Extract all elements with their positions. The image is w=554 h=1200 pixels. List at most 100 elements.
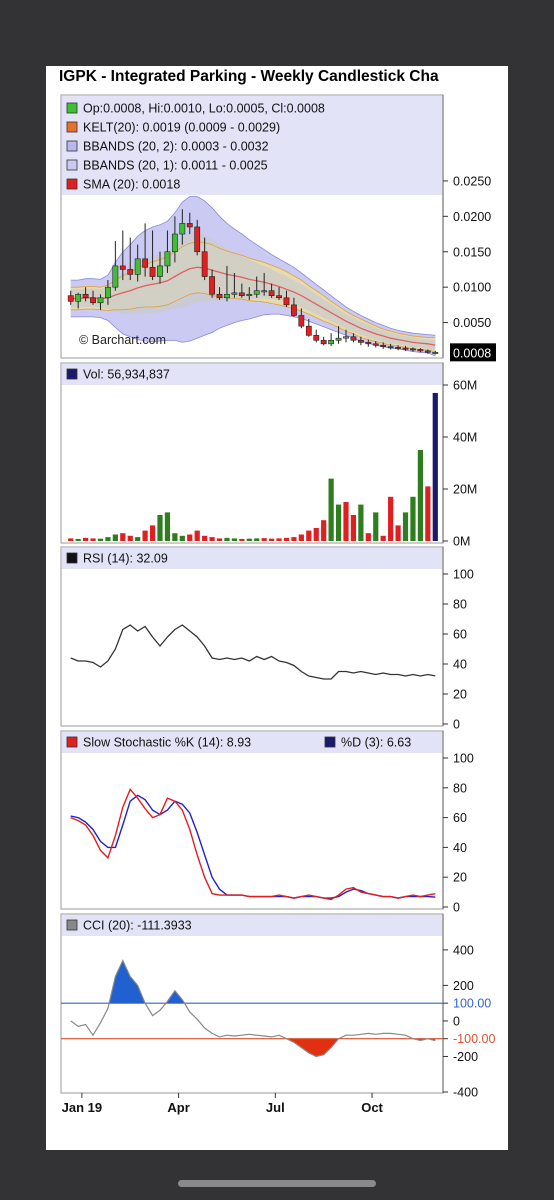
candle-down <box>291 304 297 316</box>
x-tick-label: Apr <box>167 1100 189 1115</box>
price-y-tick-label: 0.0250 <box>453 174 491 188</box>
candle-up <box>231 292 238 295</box>
volume-bar <box>127 535 133 541</box>
volume-bar <box>82 537 89 541</box>
volume-bar <box>268 538 275 541</box>
price-legend-swatch <box>66 178 78 190</box>
stoch-y-tick-label: 100 <box>453 752 474 766</box>
stoch-y-tick-label: 60 <box>453 811 467 825</box>
volume-bar <box>343 502 349 541</box>
candle-down <box>209 276 215 295</box>
candle-up <box>134 258 141 275</box>
volume-bar <box>313 528 319 541</box>
candle-down <box>357 339 364 343</box>
volume-bar <box>246 538 252 541</box>
volume-bar <box>194 530 200 541</box>
rsi-pane <box>60 546 444 727</box>
price-legend-text: BBANDS (20, 1): 0.0011 - 0.0025 <box>83 159 268 173</box>
candle-up <box>432 352 439 354</box>
volume-bar <box>350 515 357 541</box>
candle-down <box>127 269 134 275</box>
volume-bar <box>112 534 118 541</box>
cci-legend-text: CCI (20): -111.3933 <box>83 919 192 933</box>
candle-down <box>238 292 245 296</box>
price-legend-text: KELT(20): 0.0019 (0.0009 - 0.0029) <box>83 121 280 135</box>
volume-bar <box>75 538 81 541</box>
volume-bar <box>149 525 156 541</box>
volume-bar <box>410 496 416 541</box>
candle-down <box>380 344 387 347</box>
candle-up <box>328 339 335 345</box>
volume-bar <box>172 533 178 541</box>
volume-pane <box>60 362 444 544</box>
rsi-legend-swatch <box>66 552 78 564</box>
cci-legend-swatch <box>66 919 78 931</box>
candle-down <box>350 336 357 341</box>
rsi-y-tick-label: 20 <box>453 688 467 702</box>
candle-down <box>119 265 126 270</box>
cci-y-tick-label: -200 <box>453 1050 478 1064</box>
volume-y-tick-label: 0M <box>453 535 470 549</box>
price-y-tick-label: 0.0100 <box>453 281 491 295</box>
last-value-label: 0.0008 <box>453 346 491 360</box>
price-legend-text: Op:0.0008, Hi:0.0010, Lo:0.0005, Cl:0.00… <box>83 102 325 116</box>
stoch-legend-swatch <box>324 736 336 748</box>
volume-legend-text: Vol: 56,934,837 <box>83 368 170 382</box>
candle-down <box>82 293 89 299</box>
volume-bar <box>209 537 215 541</box>
x-tick-label: Jul <box>266 1100 285 1115</box>
candle-down <box>298 315 305 327</box>
volume-bar <box>417 450 424 541</box>
candle-down <box>67 295 74 302</box>
volume-bar <box>283 537 290 541</box>
candle-up <box>246 293 253 296</box>
watermark: © Barchart.com <box>79 333 166 347</box>
volume-bar <box>298 534 304 541</box>
volume-bar <box>142 530 148 541</box>
volume-bar <box>216 538 223 541</box>
volume-bar <box>358 504 364 541</box>
candle-up <box>157 265 163 277</box>
candle-down <box>142 258 149 268</box>
candle-down <box>372 343 379 346</box>
volume-bar <box>164 512 171 541</box>
volume-bar <box>135 537 141 541</box>
cci-y-tick-label: 200 <box>453 979 474 993</box>
cci-y-tick-label: -400 <box>453 1086 478 1100</box>
rsi-y-tick-label: 40 <box>453 658 467 672</box>
price-legend-swatch <box>66 102 78 114</box>
volume-y-tick-label: 60M <box>453 379 477 393</box>
cci-y-tick-label: -100.00 <box>453 1032 495 1046</box>
stoch-y-tick-label: 80 <box>453 781 467 795</box>
volume-bar <box>306 530 312 541</box>
volume-bar <box>202 535 208 541</box>
volume-bar <box>120 533 126 541</box>
candle-up <box>261 290 268 293</box>
volume-bar <box>68 538 74 541</box>
candle-up <box>224 293 230 299</box>
volume-bar <box>432 392 438 541</box>
home-indicator[interactable] <box>178 1180 376 1187</box>
volume-bar <box>157 515 163 541</box>
volume-bar <box>90 538 96 541</box>
candle-up <box>75 293 82 302</box>
price-y-tick-label: 0.0150 <box>453 245 491 259</box>
chart-title: IGPK - Integrated Parking - Weekly Candl… <box>59 68 439 85</box>
volume-bar <box>224 537 230 541</box>
cci-y-tick-label: 400 <box>453 943 474 957</box>
candle-down <box>417 349 424 352</box>
candle-down <box>365 342 372 345</box>
stoch-y-tick-label: 0 <box>453 901 460 915</box>
volume-y-tick-label: 40M <box>453 431 477 445</box>
volume-bar <box>388 496 394 541</box>
candle-down <box>320 339 327 345</box>
candle-up <box>335 337 342 341</box>
volume-bar <box>291 537 297 541</box>
candle-up <box>112 265 119 288</box>
candle-down <box>268 290 275 296</box>
rsi-y-tick-label: 100 <box>453 568 474 582</box>
candle-up <box>105 286 111 299</box>
rsi-y-tick-label: 0 <box>453 718 460 732</box>
candle-up <box>343 336 349 339</box>
volume-bar <box>276 538 282 541</box>
